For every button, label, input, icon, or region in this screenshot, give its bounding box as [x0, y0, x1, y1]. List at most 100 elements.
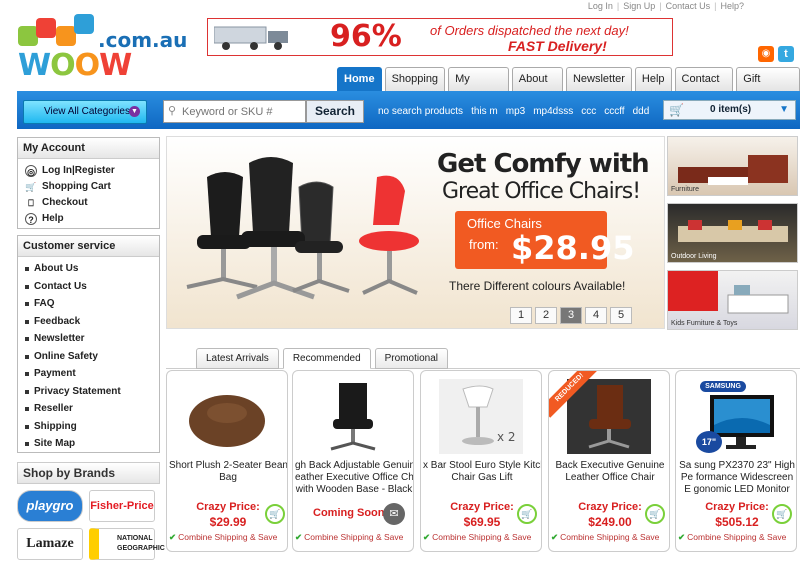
- brand-lamaze[interactable]: Lamaze: [17, 528, 83, 560]
- category-label: Kids Furniture & Toys: [671, 320, 738, 327]
- cs-item-online-safety[interactable]: Online Safety: [18, 348, 159, 366]
- add-to-cart-icon[interactable]: 🛒: [772, 504, 792, 524]
- sidebar-item-checkout[interactable]: ⎕ Checkout: [18, 195, 159, 211]
- tab-newsletter[interactable]: Newsletter: [565, 67, 632, 91]
- dispatch-banner[interactable]: 96% of Orders dispatched the next day! F…: [207, 18, 673, 56]
- hero-subheadline: Great Office Chairs!: [442, 179, 641, 204]
- shipping-text: Combine Shipping & Save: [304, 532, 404, 542]
- cs-item-newsletter[interactable]: Newsletter: [18, 330, 159, 348]
- product-name-line: Leather Office Chair: [565, 472, 655, 483]
- customer-service-title: Customer service: [18, 236, 159, 257]
- quick-link[interactable]: this m: [471, 106, 498, 117]
- contact-link[interactable]: Contact Us: [666, 1, 711, 11]
- cs-item-feedback[interactable]: Feedback: [18, 313, 159, 331]
- product-card[interactable]: SAMSUNG 17" Sa sung PX2370 23" High Pe fo…: [675, 370, 797, 552]
- product-card[interactable]: x 2 x Bar Stool Euro Style Kitche Chair G…: [420, 370, 542, 552]
- cs-item-privacy[interactable]: Privacy Statement: [18, 383, 159, 401]
- brand-national-geographic[interactable]: NATIONAL GEOGRAPHIC: [89, 528, 165, 560]
- categories-dropdown[interactable]: View All Categories ▼: [23, 100, 147, 124]
- cs-item-label: Feedback: [34, 315, 81, 327]
- tab-latest-arrivals[interactable]: Latest Arrivals: [196, 348, 279, 369]
- slide-page-button[interactable]: 3: [560, 307, 582, 324]
- rss-icon[interactable]: ◉: [758, 46, 774, 62]
- tab-home[interactable]: Home: [337, 67, 382, 91]
- category-label: Outdoor Living: [671, 253, 717, 260]
- search-icon: ⚲: [168, 105, 177, 117]
- quick-link[interactable]: ddd: [633, 106, 650, 117]
- product-name-line: Pe formance Widescreen: [680, 472, 794, 483]
- shipping-note: ✔ Combine Shipping & Save: [169, 532, 287, 543]
- product-card[interactable]: gh Back Adjustable Genuine eather Executi…: [292, 370, 414, 552]
- cs-item-label: Payment: [34, 368, 76, 379]
- product-card[interactable]: REDUCED! Back Executive Genuine Leather O…: [548, 370, 670, 552]
- logo-cart-icon: [56, 26, 76, 46]
- office-chair-image: [330, 383, 376, 451]
- shipping-note: ✔ Combine Shipping & Save: [678, 532, 796, 543]
- cs-item-contact-us[interactable]: Contact Us: [18, 278, 159, 296]
- quick-link[interactable]: cccff: [604, 106, 624, 117]
- tab-contact-us[interactable]: Contact Us: [674, 67, 734, 107]
- product-tabs: Latest Arrivals Recommended Promotional: [196, 348, 448, 369]
- search-button[interactable]: Search: [306, 100, 364, 123]
- category-furniture[interactable]: Furniture: [667, 136, 798, 196]
- quick-link[interactable]: mp4dsss: [533, 106, 573, 117]
- quick-links: no search products this m mp3 mp4dsss ccc ccc…: [378, 106, 657, 117]
- cart-summary[interactable]: 🛒 0 item(s) ▼: [663, 100, 796, 120]
- add-to-cart-icon[interactable]: 🛒: [645, 504, 665, 524]
- shopping-cart-icon: 🛒: [669, 103, 684, 117]
- slide-page-button[interactable]: 1: [510, 307, 532, 324]
- search-input[interactable]: [163, 100, 306, 123]
- tab-recommended[interactable]: Recommended: [282, 348, 371, 369]
- category-label: Furniture: [671, 186, 700, 193]
- notify-mail-icon[interactable]: ✉: [383, 503, 405, 525]
- help-link[interactable]: Help?: [720, 1, 744, 11]
- tab-about-us[interactable]: About Us: [511, 67, 563, 107]
- coming-soon-label: Coming Soon: [313, 507, 385, 519]
- product-card[interactable]: Short Plush 2-Seater Bean Bag Crazy Price…: [166, 370, 288, 552]
- hero-offer-badge[interactable]: Office Chairs from: $28.95: [455, 211, 634, 269]
- shipping-text: Combine Shipping & Save: [560, 532, 660, 542]
- office-chairs-image: [186, 157, 419, 300]
- sidebar-item-label: Shopping Cart: [42, 181, 111, 192]
- add-to-cart-icon[interactable]: 🛒: [517, 504, 537, 524]
- cs-item-about-us[interactable]: About Us: [18, 260, 159, 278]
- sidebar-item-cart[interactable]: 🛒 Shopping Cart: [18, 179, 159, 195]
- brand-fisher-price[interactable]: Fisher-Price: [89, 490, 155, 522]
- brand-playgro[interactable]: playgro: [17, 490, 83, 522]
- product-name-line: eather Executive Office Chair: [295, 472, 413, 483]
- slide-page-button[interactable]: 5: [610, 307, 632, 324]
- site-logo[interactable]: .com.au WOOW: [18, 10, 187, 83]
- sidebar-item-login[interactable]: ◎ Log In|Register: [18, 163, 159, 179]
- banner-percent: 96%: [330, 19, 402, 54]
- quick-link[interactable]: no search products: [378, 106, 463, 117]
- sidebar-item-help[interactable]: ? Help: [18, 211, 159, 227]
- cs-item-shipping[interactable]: Shipping: [18, 418, 159, 436]
- cs-item-faq[interactable]: FAQ: [18, 295, 159, 313]
- top-links: Log In | Sign Up | Contact Us | Help?: [587, 1, 744, 11]
- slide-page-button[interactable]: 2: [535, 307, 557, 324]
- product-name-line: Bag: [219, 472, 237, 483]
- category-outdoor-living[interactable]: Outdoor Living: [667, 203, 798, 263]
- tab-promotional[interactable]: Promotional: [374, 348, 448, 369]
- quick-link[interactable]: ccc: [581, 106, 596, 117]
- add-to-cart-icon[interactable]: 🛒: [265, 504, 285, 524]
- cs-item-reseller[interactable]: Reseller: [18, 400, 159, 418]
- quick-link[interactable]: mp3: [506, 106, 525, 117]
- tab-help[interactable]: Help: [634, 67, 672, 91]
- category-kids-furniture[interactable]: Kids Furniture & Toys: [667, 270, 798, 330]
- tab-gift-voucher[interactable]: Gift Voucher: [736, 67, 800, 107]
- cs-item-payment[interactable]: Payment: [18, 365, 159, 383]
- hero-slider[interactable]: Get Comfy with Great Office Chairs! Offi…: [166, 136, 665, 329]
- tab-shopping[interactable]: Shopping: [384, 67, 446, 91]
- product-name-line: Back Executive Genuine: [555, 460, 665, 471]
- product-name: Short Plush 2-Seater Bean Bag: [169, 460, 287, 484]
- bullet-icon: [25, 267, 29, 271]
- cs-item-site-map[interactable]: Site Map: [18, 435, 159, 453]
- product-name: x Bar Stool Euro Style Kitche Chair Gas L…: [423, 460, 541, 484]
- login-link[interactable]: Log In: [588, 1, 613, 11]
- slide-page-button[interactable]: 4: [585, 307, 607, 324]
- signup-link[interactable]: Sign Up: [623, 1, 655, 11]
- product-name-line: Chair Gas Lift: [451, 472, 513, 483]
- tab-my-account[interactable]: My Account: [448, 67, 509, 107]
- twitter-icon[interactable]: t: [778, 46, 794, 62]
